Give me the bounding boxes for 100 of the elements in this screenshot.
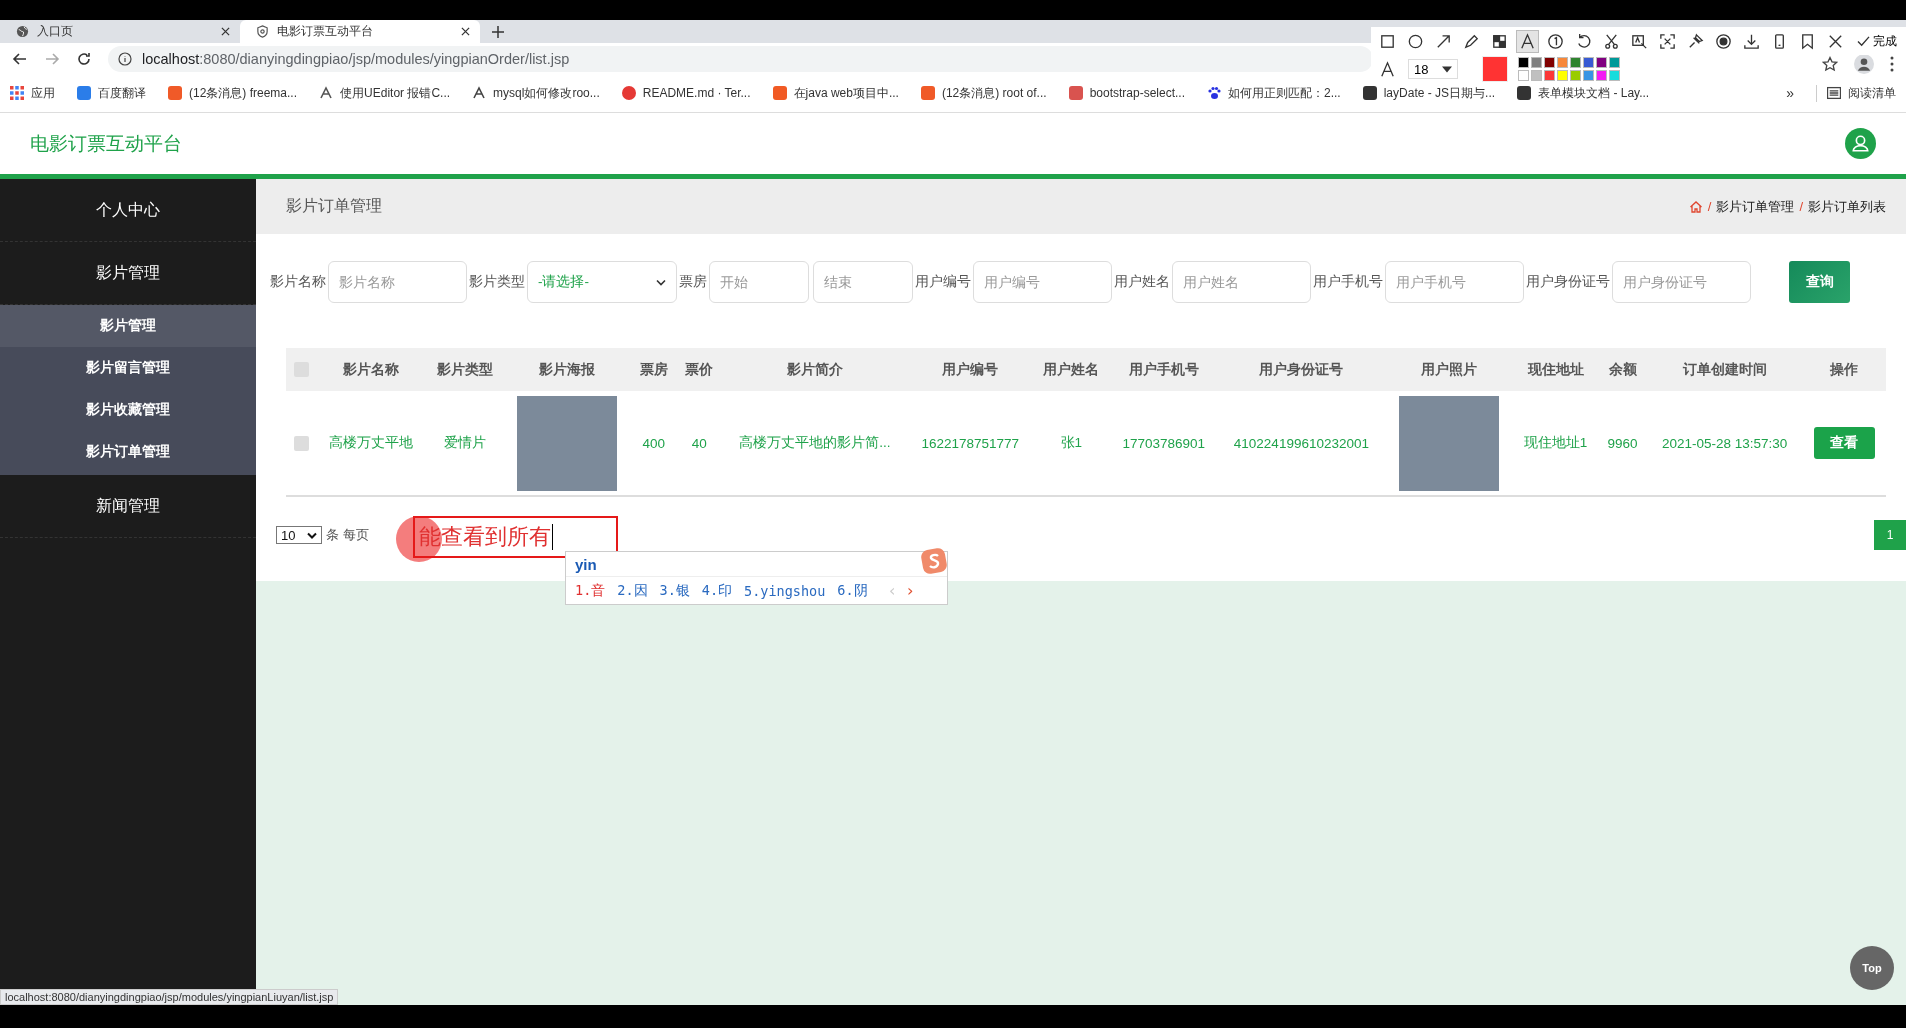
column-header: 影片海报 [539,361,596,377]
table-cell: 2021-05-28 13:57:30 [1661,435,1788,451]
sidebar-subitem[interactable]: 影片留言管理 [0,347,256,389]
color-swatch[interactable] [1583,57,1594,68]
column-header: 现住地址 [1527,361,1584,377]
breadcrumb-separator: / [1707,199,1712,214]
color-swatch[interactable] [1557,70,1568,81]
user-avatar-icon[interactable] [1845,128,1876,159]
table-cell: 410224199610232001 [1233,435,1369,451]
color-swatch[interactable] [1570,57,1581,68]
status-bar-url: localhost:8080/dianyingdingpiao/jsp/modules/yingpianLiuyan/list.jsp [0,989,339,1005]
column-header: 操作 [1830,361,1859,377]
color-swatch[interactable] [1544,70,1555,81]
chevron-down-icon [1442,65,1452,73]
bookmark-link[interactable]: (12条消息) root of... [920,84,1047,102]
ime-candidate[interactable]: 5.yingshou [744,582,826,599]
bookmark-link[interactable]: layDate - JS日期与... [1362,84,1496,102]
table-cell: 17703786901 [1122,435,1206,451]
font-size-select[interactable]: 18 [1408,59,1458,79]
star-icon[interactable] [1822,55,1838,72]
bookmark-link[interactable]: 在java web项目中... [772,84,899,102]
close-icon[interactable] [221,27,230,36]
filter-input[interactable]: 开始 [709,261,809,303]
menu-icon[interactable] [1890,55,1894,72]
more-bookmarks-button[interactable]: » [1786,85,1794,101]
bookmark-link[interactable]: 使用UEditor 报错C... [319,84,451,102]
ime-candidate[interactable]: 2.因 [617,581,648,600]
ime-candidate[interactable]: 4.印 [701,581,733,600]
bookmark-link[interactable]: 如何用正则匹配：2... [1207,84,1341,102]
row-checkbox[interactable] [293,435,309,451]
filter-input[interactable]: 用户姓名 [1172,261,1311,303]
plus-icon[interactable] [492,26,504,38]
back-to-top-button[interactable]: Top [1850,946,1894,990]
sidebar-subitem[interactable]: 影片订单管理 [0,431,256,473]
reading-list-button[interactable]: 阅读清单 [1816,84,1896,102]
browser-tab[interactable]: 电影订票互动平台 [240,20,480,43]
table-cell: 张1 [1060,435,1083,450]
color-swatch[interactable] [1544,57,1555,68]
ime-candidate[interactable]: 6.阴 [837,581,868,600]
sidebar-subitem[interactable]: 影片收藏管理 [0,389,256,431]
breadcrumb-separator: / [1799,199,1803,214]
table-cell: 高楼万丈平地 [329,435,414,450]
next-page-button[interactable]: › [905,581,915,600]
current-color-swatch[interactable] [1482,56,1508,82]
column-header: 影片名称 [343,361,400,377]
page-size-select[interactable]: 10 [276,526,322,544]
color-swatch[interactable] [1531,70,1542,81]
breadcrumb-link[interactable]: 影片订单管理 [1716,197,1795,216]
bookmark-link[interactable]: bootstrap-select... [1068,86,1185,100]
filter-input[interactable]: 结束 [813,261,913,303]
done-button[interactable]: 完成 [1857,32,1897,50]
color-swatch[interactable] [1531,57,1542,68]
color-swatch[interactable] [1583,70,1594,81]
table-cell: 高楼万丈平地的影片简... [739,435,891,450]
color-swatch[interactable] [1609,70,1620,81]
column-header: 影片简介 [786,361,843,377]
bookmark-link[interactable]: mysql如何修改roo... [472,84,600,102]
ime-candidate[interactable]: 3.银 [659,581,690,600]
reload-icon[interactable] [76,50,92,67]
close-icon[interactable] [461,27,470,36]
breadcrumb-link[interactable]: 影片订单列表 [1808,197,1886,216]
color-swatch[interactable] [1518,70,1529,81]
filter-input[interactable]: 用户编号 [973,261,1112,303]
page-title: 影片订单管理 [286,196,382,216]
color-swatch[interactable] [1518,57,1529,68]
search-button[interactable]: 查询 [1789,261,1850,303]
filter-label: 用户姓名 [1114,273,1170,291]
text-tool-icon[interactable] [1517,30,1538,52]
page-size-label: 条 每页 [326,526,369,544]
table-cell: 1622178751777 [921,435,1019,451]
browser-tab[interactable]: 入口页 [0,20,240,43]
address-bar[interactable]: localhost:8080/dianyingdingpiao/jsp/modules/yingpianOrder/list.jsp [108,45,1373,72]
filter-label: 用户手机号 [1313,273,1383,291]
column-header: 影片类型 [436,361,493,377]
filter-label: 票房 [679,273,707,291]
chevron-down-icon [307,531,317,539]
color-swatch[interactable] [1570,70,1581,81]
bookmark-link[interactable]: 百度翻译 [77,84,146,102]
filter-input[interactable]: 影片名称 [328,261,467,303]
table-cell: 爱情片 [443,435,486,450]
bookmark-link[interactable]: (12条消息) freema... [168,84,298,102]
filter-input[interactable]: 用户手机号 [1385,261,1524,303]
filter-label: 影片类型 [469,273,525,291]
bookmark-link[interactable]: 表单模块文档 - Lay... [1517,84,1650,102]
back-arrow-icon[interactable] [12,50,28,67]
color-swatch[interactable] [1596,70,1607,81]
pinyin-text: yin [575,555,597,573]
color-swatch[interactable] [1596,57,1607,68]
bookmark-link[interactable]: 应用 [10,84,55,102]
color-swatch[interactable] [1609,57,1620,68]
ime-candidate[interactable]: 1.音 [575,581,606,600]
table-cell: 400 [642,435,665,451]
column-header: 用户身份证号 [1259,361,1344,377]
bookmark-link[interactable]: README.md · Ter... [621,86,751,100]
column-header: 票房 [639,361,668,377]
filter-input[interactable]: 用户身份证号 [1612,261,1751,303]
color-swatch[interactable] [1557,57,1568,68]
sidebar-subitem[interactable]: 影片管理 [0,305,256,347]
table-cell: 9960 [1607,435,1638,451]
home-icon[interactable] [1688,199,1703,214]
